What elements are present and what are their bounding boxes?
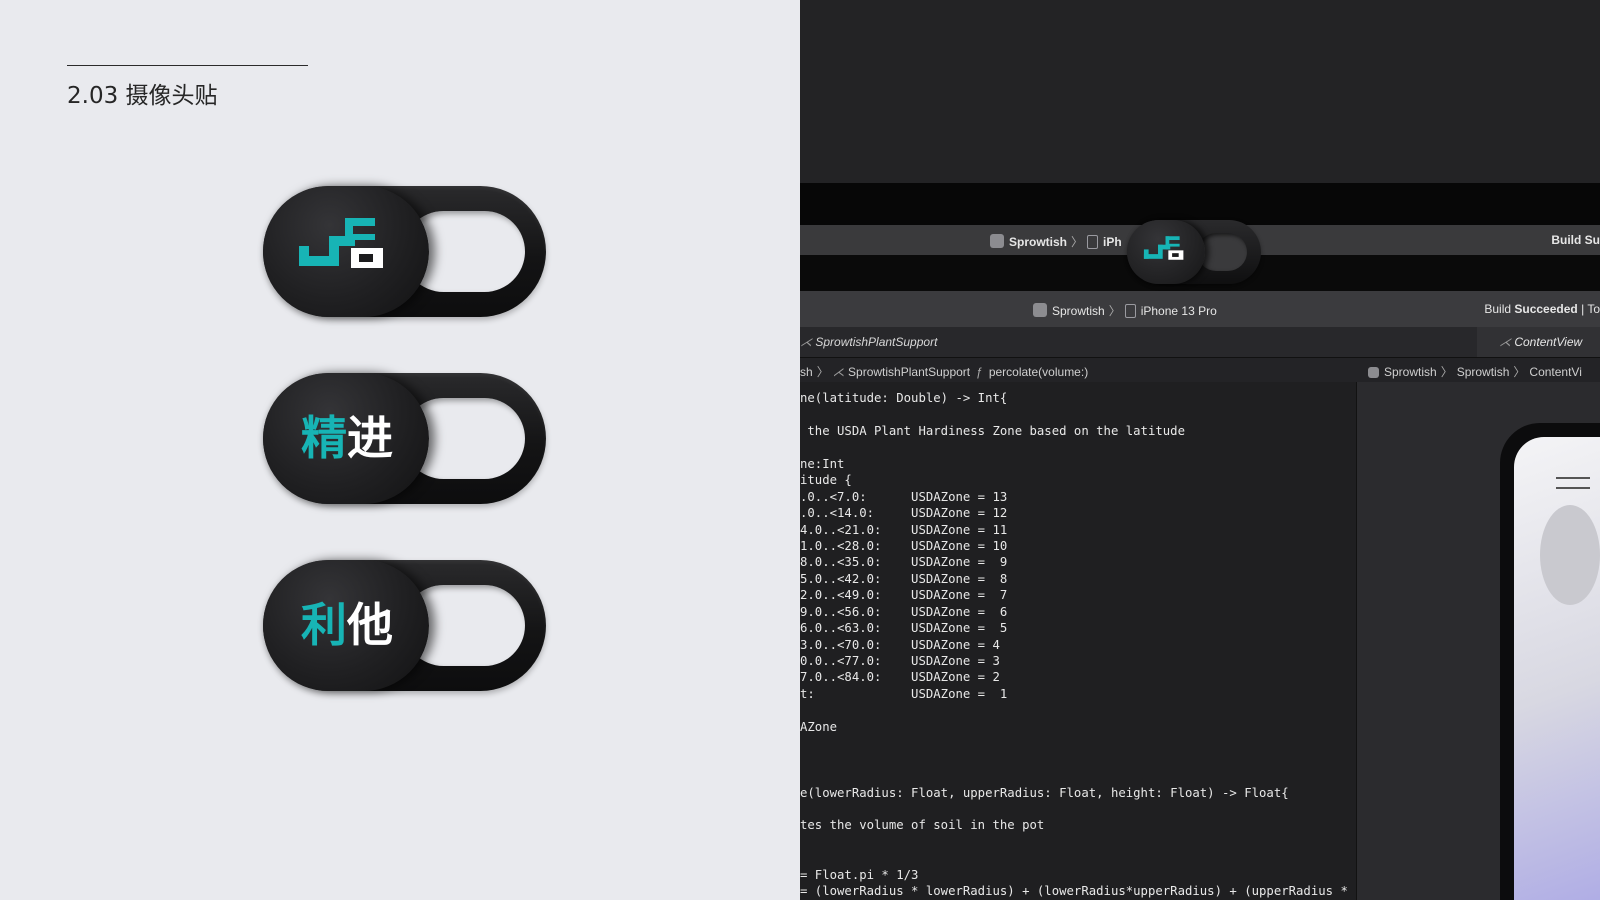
top-build-status: Build Su [1551,233,1600,247]
xcode-toolbar: Sprowtish 〉 iPhone 13 Pro Build Succeeded … [800,291,1600,327]
tab-content-view[interactable]: ⋌ ContentView [1499,335,1582,349]
brand-logo-icon [299,218,383,268]
tab-sprowtish-plant-support[interactable]: ⋌ SprowtishPlantSupport [800,335,937,349]
webcam-cover-jingjin: 精进 [263,373,546,504]
jump-bar: sh 〉 ⋌ SprowtishPlantSupport ƒ percolate(vol… [800,358,1600,383]
code-line: 6.0..<63.0: USDAZone = 5 [800,621,1008,636]
app-icon [1033,303,1047,317]
code-line: t: USDAZone = 1 [800,686,1008,701]
app-icon [1368,367,1379,378]
cover-knob: 精进 [263,373,429,504]
laptop-photo-panel: Sprowtish 〉 iPh Build Su Sprowtish 〉 iPhone … [800,0,1600,900]
title-rule [67,65,308,66]
code-line: 5.0..<42.0: USDAZone = 8 [800,571,1008,586]
cover-text: 精进 [301,407,393,469]
build-status: Build Succeeded | To [1484,302,1600,316]
code-line: .0..<7.0: USDAZone = 13 [800,489,1008,504]
code-line: tes the volume of soil in the pot [800,818,1045,833]
webcam-cover-mini [1127,220,1261,284]
menu-icon-line [1556,487,1590,489]
webcam-cover-lita: 利他 [263,560,546,691]
section-title: 2.03 摄像头贴 [67,83,218,109]
cover-knob [1127,220,1205,284]
code-line: 2.0..<49.0: USDAZone = 7 [800,588,1008,603]
menu-icon[interactable] [1556,477,1590,479]
app-icon [990,234,1004,248]
code-line: ne:Int [800,456,845,471]
code-line: e(lowerRadius: Float, upperRadius: Float… [800,785,1289,800]
cover-text-teal: 利 [301,598,347,652]
screen-bezel [800,0,1600,183]
webcam-cover-logo [263,186,546,317]
brand-panel: 2.03 摄像头贴 精进 利他 [0,0,800,900]
code-text: ne(latitude: Double) -> Int{ the USDA Pl… [800,390,1348,900]
device-icon [1087,235,1099,249]
code-line: 3.0..<70.0: USDAZone = 4 [800,637,1000,652]
cover-text: 利他 [301,594,393,656]
code-line: itude { [800,473,852,488]
toolbar-scheme[interactable]: Sprowtish 〉 iPhone 13 Pro [1033,302,1217,319]
device-icon [1124,304,1136,318]
cover-text-white: 进 [347,411,393,465]
brand-logo-icon [1143,236,1184,260]
code-line: the USDA Plant Hardiness Zone based on t… [800,423,1185,438]
tab-content-view-bg: ⋌ ContentView [1477,327,1600,357]
cover-text-white: 他 [347,598,393,652]
jump-bar-left[interactable]: sh 〉 ⋌ SprowtishPlantSupport ƒ percolate(vol… [800,363,1088,380]
code-line: 7.0..<84.0: USDAZone = 2 [800,670,1000,685]
jump-bar-right[interactable]: Sprowtish 〉 Sprowtish 〉 ContentVi [1368,363,1582,380]
top-scheme[interactable]: Sprowtish 〉 iPh [990,233,1122,250]
code-line: = Float.pi * 1/3 [800,867,919,882]
function-icon: ƒ [976,365,983,379]
cover-text-teal: 精 [301,411,347,465]
code-line: 9.0..<56.0: USDAZone = 6 [800,604,1008,619]
code-line: 0.0..<77.0: USDAZone = 3 [800,654,1000,668]
code-line: = (lowerRadius * lowerRadius) + (lowerRa… [800,884,1348,899]
code-line: 4.0..<21.0: USDAZone = 11 [800,522,1008,537]
cover-knob: 利他 [263,560,429,691]
code-line: ne(latitude: Double) -> Int{ [800,391,1008,405]
code-line: 1.0..<28.0: USDAZone = 10 [800,538,1008,553]
code-line: .0..<14.0: USDAZone = 12 [800,506,1008,521]
cover-knob [263,186,429,317]
code-line: 8.0..<35.0: USDAZone = 9 [800,555,1008,570]
phone-preview-screen [1514,437,1600,900]
code-line: AZone [800,719,838,734]
plant-illustration [1540,505,1600,605]
screen-band [800,183,1600,225]
